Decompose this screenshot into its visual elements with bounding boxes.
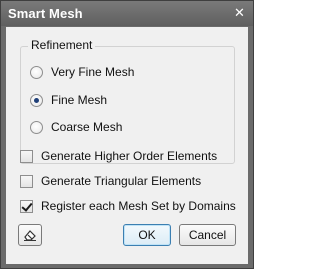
refinement-legend: Refinement xyxy=(28,38,96,52)
radio-label-fine: Fine Mesh xyxy=(51,93,108,107)
register-domains-label: Register each Mesh Set by Domains xyxy=(41,199,236,213)
triangular-label: Generate Triangular Elements xyxy=(41,174,202,188)
radio-button-coarse[interactable] xyxy=(30,120,43,134)
radio-button-very-fine[interactable] xyxy=(30,65,43,79)
radio-coarse-mesh[interactable]: Coarse Mesh xyxy=(30,118,122,136)
cancel-button[interactable]: Cancel xyxy=(179,224,236,246)
smart-mesh-dialog: Smart Mesh ✕ Refinement Very Fine Mesh F… xyxy=(0,0,254,269)
radio-label-coarse: Coarse Mesh xyxy=(51,120,123,134)
title-bar[interactable]: Smart Mesh ✕ xyxy=(1,1,253,26)
radio-button-fine[interactable] xyxy=(30,93,43,107)
radio-very-fine-mesh[interactable]: Very Fine Mesh xyxy=(30,63,134,81)
ok-label: OK xyxy=(138,228,156,242)
register-domains-option[interactable]: Register each Mesh Set by Domains xyxy=(20,197,236,215)
triangular-checkbox[interactable] xyxy=(20,174,33,188)
higher-order-label: Generate Higher Order Elements xyxy=(41,149,218,163)
higher-order-elements-option[interactable]: Generate Higher Order Elements xyxy=(20,147,217,165)
ok-button[interactable]: OK xyxy=(123,224,171,246)
higher-order-checkbox[interactable] xyxy=(20,149,33,163)
window-title: Smart Mesh xyxy=(8,6,83,21)
triangular-elements-option[interactable]: Generate Triangular Elements xyxy=(20,172,201,190)
eraser-icon xyxy=(24,230,36,241)
radio-fine-mesh[interactable]: Fine Mesh xyxy=(30,91,107,109)
close-button[interactable]: ✕ xyxy=(231,5,248,21)
close-icon: ✕ xyxy=(234,5,245,20)
register-domains-checkbox[interactable] xyxy=(20,199,33,213)
dialog-body: Refinement Very Fine Mesh Fine Mesh Coar… xyxy=(6,27,248,264)
clear-button[interactable] xyxy=(18,224,42,246)
radio-label-very-fine: Very Fine Mesh xyxy=(51,65,135,79)
cancel-label: Cancel xyxy=(188,228,227,242)
